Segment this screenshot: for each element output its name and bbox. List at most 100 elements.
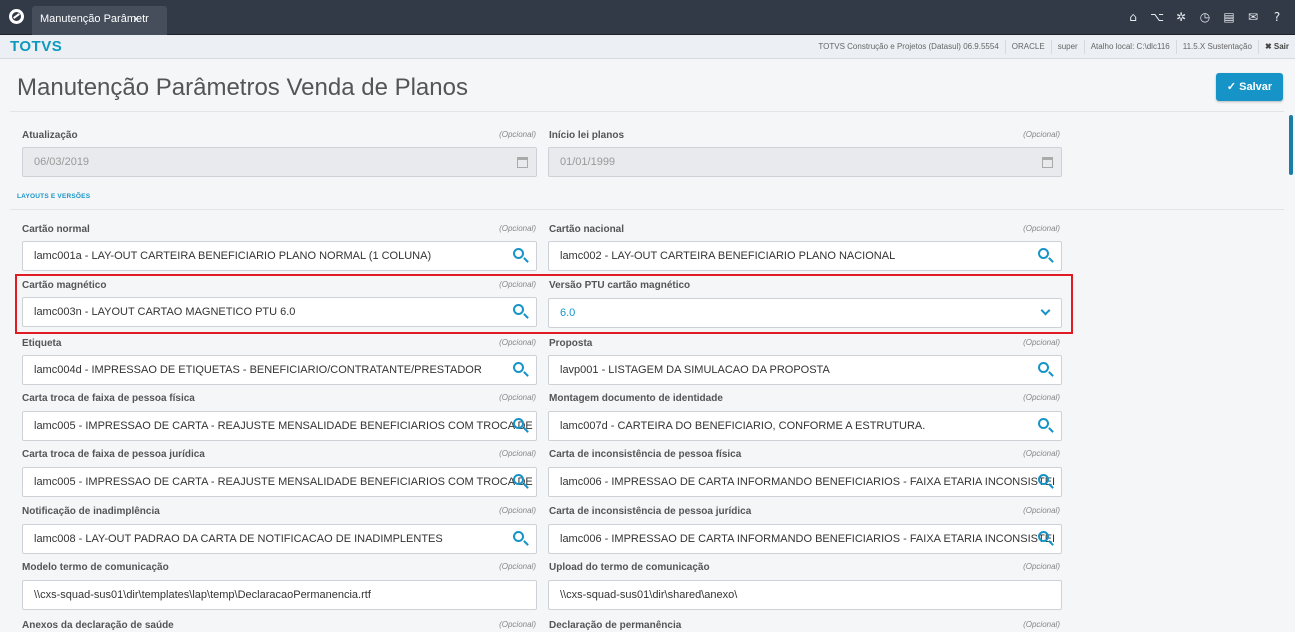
divider — [10, 209, 1284, 210]
inicio-field: 01/01/1999 — [548, 147, 1062, 177]
modelo-termo-value: \\cxs-squad-sus01\dir\templates\lap\temp… — [34, 589, 371, 601]
search-icon[interactable] — [1037, 525, 1053, 553]
notificacao-label: Notificação de inadimplência — [22, 506, 160, 517]
search-icon[interactable] — [1037, 356, 1053, 384]
optional-tag: (Opcional) — [499, 562, 536, 571]
optional-tag: (Opcional) — [1023, 620, 1060, 629]
version-info: 11.5.X Sustentação — [1175, 40, 1258, 54]
exit-button[interactable]: ✖ Sair — [1257, 40, 1295, 54]
etiqueta-label: Etiqueta — [22, 338, 62, 349]
atualizacao-field: 06/03/2019 — [22, 147, 537, 177]
save-button[interactable]: ✓ Salvar — [1216, 73, 1283, 101]
optional-tag: (Opcional) — [499, 620, 536, 629]
tab-manutencao[interactable]: Manutenção Parâmetr x — [32, 6, 167, 35]
search-icon[interactable] — [512, 525, 528, 553]
search-icon[interactable] — [512, 298, 528, 326]
modelo-termo-label: Modelo termo de comunicação — [22, 562, 169, 573]
help-icon[interactable]: ? — [1265, 9, 1289, 25]
montagem-doc-label: Montagem documento de identidade — [549, 393, 723, 404]
notificacao-value: lamc008 - LAY-OUT PADRAO DA CARTA DE NOT… — [34, 533, 443, 545]
search-icon[interactable] — [1037, 468, 1053, 496]
versao-ptu-select[interactable]: 6.0 — [548, 298, 1062, 328]
home-icon[interactable]: ⌂ — [1121, 9, 1145, 25]
header-info: TOTVS Construção e Projetos (Datasul) 06… — [812, 35, 1295, 59]
carta-fisica-field[interactable]: lamc005 - IMPRESSAO DE CARTA - REAJUSTE … — [22, 411, 537, 441]
document-icon[interactable]: ▤ — [1217, 9, 1241, 25]
montagem-doc-field[interactable]: lamc007d - CARTEIRA DO BENEFICIARIO, CON… — [548, 411, 1062, 441]
proposta-value: lavp001 - LISTAGEM DA SIMULACAO DA PROPO… — [560, 364, 830, 376]
versao-ptu-label: Versão PTU cartão magnético — [549, 280, 691, 291]
search-icon[interactable] — [1037, 242, 1053, 270]
proposta-field[interactable]: lavp001 - LISTAGEM DA SIMULACAO DA PROPO… — [548, 355, 1062, 385]
versao-ptu-value: 6.0 — [560, 307, 576, 319]
optional-tag: (Opcional) — [499, 130, 536, 139]
upload-termo-value: \\cxs-squad-sus01\dir\shared\anexo\ — [560, 589, 738, 601]
search-icon[interactable] — [512, 412, 528, 440]
etiqueta-field[interactable]: lamc004d - IMPRESSAO DE ETIQUETAS - BENE… — [22, 355, 537, 385]
company-info: TOTVS Construção e Projetos (Datasul) 06… — [818, 42, 999, 51]
upload-termo-label: Upload do termo de comunicação — [549, 562, 710, 573]
optional-tag: (Opcional) — [1023, 338, 1060, 347]
sitemap-icon[interactable]: ⌥ — [1145, 9, 1169, 25]
inicio-label: Início lei planos — [549, 130, 625, 141]
close-tab-icon[interactable]: x — [134, 6, 140, 33]
top-bar: Manutenção Parâmetr x ⌂ ⌥ ✲ ◷ ▤ ✉ ? — [0, 0, 1295, 35]
upload-termo-field[interactable]: \\cxs-squad-sus01\dir\shared\anexo\ — [548, 580, 1062, 610]
scrollbar[interactable] — [1289, 115, 1293, 175]
gear-icon[interactable]: ✲ — [1169, 9, 1193, 25]
optional-tag: (Opcional) — [499, 338, 536, 347]
etiqueta-value: lamc004d - IMPRESSAO DE ETIQUETAS - BENE… — [34, 364, 482, 376]
cartao-normal-value: lamc001a - LAY-OUT CARTEIRA BENEFICIARIO… — [34, 250, 432, 262]
section-layouts: LAYOUTS E VERSÕES — [17, 193, 91, 200]
atualizacao-value: 06/03/2019 — [34, 156, 90, 168]
atualizacao-label: Atualização — [22, 130, 78, 141]
montagem-doc-value: lamc007d - CARTEIRA DO BENEFICIARIO, CON… — [560, 420, 926, 432]
inconsistencia-juridica-value: lamc006 - IMPRESSAO DE CARTA INFORMANDO … — [560, 533, 1056, 545]
cartao-normal-label: Cartão normal — [22, 224, 90, 235]
search-icon[interactable] — [1037, 412, 1053, 440]
inconsistencia-juridica-field[interactable]: lamc006 - IMPRESSAO DE CARTA INFORMANDO … — [548, 524, 1062, 554]
inicio-value: 01/01/1999 — [560, 156, 616, 168]
inconsistencia-fisica-field[interactable]: lamc006 - IMPRESSAO DE CARTA INFORMANDO … — [548, 467, 1062, 497]
proposta-label: Proposta — [549, 338, 593, 349]
calendar-icon — [517, 157, 528, 168]
modelo-termo-field[interactable]: \\cxs-squad-sus01\dir\templates\lap\temp… — [22, 580, 537, 610]
anexos-label: Anexos da declaração de saúde — [22, 620, 174, 631]
totvs-logo-icon[interactable] — [9, 9, 24, 24]
optional-tag: (Opcional) — [1023, 562, 1060, 571]
user-info: super — [1050, 40, 1084, 54]
search-icon[interactable] — [512, 356, 528, 384]
declaracao-label: Declaração de permanência — [549, 620, 682, 631]
cartao-normal-field[interactable]: lamc001a - LAY-OUT CARTEIRA BENEFICIARIO… — [22, 241, 537, 271]
cartao-magnetico-label: Cartão magnético — [22, 280, 107, 291]
optional-tag: (Opcional) — [499, 506, 536, 515]
mail-icon[interactable]: ✉ — [1241, 9, 1265, 25]
cartao-magnetico-field[interactable]: lamc003n - LAYOUT CARTAO MAGNETICO PTU 6… — [22, 297, 537, 327]
carta-juridica-field[interactable]: lamc005 - IMPRESSAO DE CARTA - REAJUSTE … — [22, 467, 537, 497]
optional-tag: (Opcional) — [1023, 449, 1060, 458]
divider — [10, 111, 1284, 112]
carta-fisica-value: lamc005 - IMPRESSAO DE CARTA - REAJUSTE … — [34, 420, 533, 432]
clock-icon[interactable]: ◷ — [1193, 9, 1217, 25]
page-title: Manutenção Parâmetros Venda de Planos — [17, 74, 468, 101]
carta-juridica-value: lamc005 - IMPRESSAO DE CARTA - REAJUSTE … — [34, 476, 533, 488]
optional-tag: (Opcional) — [1023, 224, 1060, 233]
optional-tag: (Opcional) — [499, 280, 536, 289]
brand-logo: TOTVS — [10, 38, 63, 55]
app-header: TOTVS TOTVS Construção e Projetos (Datas… — [0, 35, 1295, 59]
search-icon[interactable] — [512, 242, 528, 270]
cartao-nacional-field[interactable]: lamc002 - LAY-OUT CARTEIRA BENEFICIARIO … — [548, 241, 1062, 271]
shortcut-info: Atalho local: C:\dlc116 — [1083, 40, 1176, 54]
optional-tag: (Opcional) — [499, 393, 536, 402]
cartao-nacional-value: lamc002 - LAY-OUT CARTEIRA BENEFICIARIO … — [560, 250, 896, 262]
search-icon[interactable] — [512, 468, 528, 496]
carta-fisica-label: Carta troca de faixa de pessoa física — [22, 393, 195, 404]
cartao-magnetico-value: lamc003n - LAYOUT CARTAO MAGNETICO PTU 6… — [34, 306, 296, 318]
inconsistencia-juridica-label: Carta de inconsistência de pessoa jurídi… — [549, 506, 752, 517]
optional-tag: (Opcional) — [499, 449, 536, 458]
notificacao-field[interactable]: lamc008 - LAY-OUT PADRAO DA CARTA DE NOT… — [22, 524, 537, 554]
inconsistencia-fisica-label: Carta de inconsistência de pessoa física — [549, 449, 742, 460]
optional-tag: (Opcional) — [499, 224, 536, 233]
top-icons: ⌂ ⌥ ✲ ◷ ▤ ✉ ? — [1121, 9, 1289, 25]
calendar-icon — [1042, 157, 1053, 168]
